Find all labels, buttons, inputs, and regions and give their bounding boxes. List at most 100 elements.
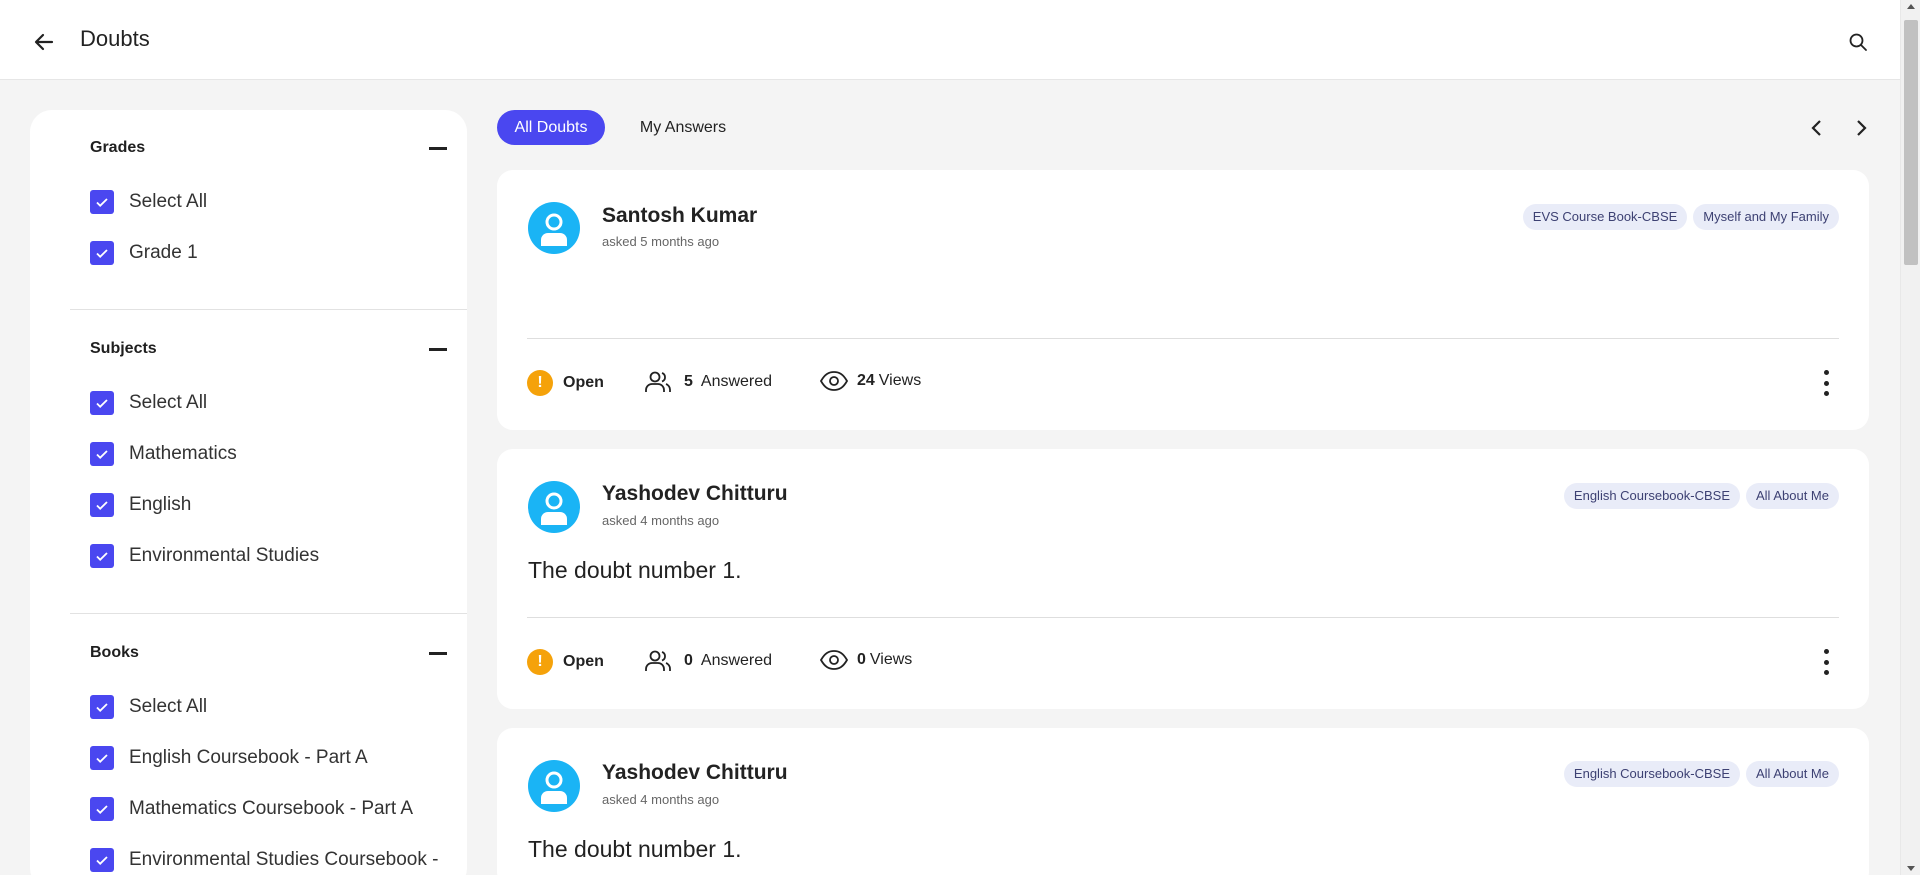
grades-option-select-all[interactable]: Select All: [90, 176, 467, 227]
page-scrollbar[interactable]: [1900, 0, 1920, 875]
grades-filter: Grades Select All Grade 1: [30, 136, 467, 278]
chevron-right-icon: [1857, 120, 1867, 136]
status-label: Open: [563, 374, 604, 391]
subjects-option-english[interactable]: English: [90, 479, 467, 530]
tag[interactable]: All About Me: [1746, 761, 1839, 787]
views-number: 24: [857, 372, 875, 389]
answered-label: Answered: [700, 652, 773, 669]
status-badge: ! Open: [527, 370, 604, 396]
top-bar: Doubts: [0, 0, 1900, 80]
scroll-thumb[interactable]: [1904, 20, 1918, 265]
checkbox-checked-icon[interactable]: [90, 694, 114, 719]
filter-sidebar: Grades Select All Grade 1 Subjects Selec…: [30, 110, 467, 875]
checkbox-checked-icon[interactable]: [90, 847, 114, 872]
subjects-option-select-all[interactable]: Select All: [90, 377, 467, 428]
doubt-card[interactable]: Yashodev Chitturu asked 4 months ago Eng…: [497, 728, 1869, 875]
option-label: Select All: [129, 695, 208, 717]
next-button[interactable]: [1848, 115, 1874, 141]
books-filter: Books Select All English Coursebook - Pa…: [30, 641, 467, 875]
grades-title: Grades: [90, 139, 146, 156]
tag[interactable]: English Coursebook-CBSE: [1563, 761, 1740, 787]
answered-count: 5 Answered: [644, 370, 772, 394]
user-icon: [541, 213, 567, 246]
tag[interactable]: All About Me: [1746, 483, 1839, 509]
option-label: Environmental Studies: [129, 544, 320, 566]
views-count: 24 Views: [819, 370, 921, 392]
checkbox-checked-icon[interactable]: [90, 796, 114, 821]
tab-my-answers[interactable]: My Answers: [627, 110, 739, 145]
grades-option-grade-1[interactable]: Grade 1: [90, 227, 467, 278]
grades-collapse-icon[interactable]: [429, 146, 447, 150]
option-label: Grade 1: [129, 241, 198, 263]
tag[interactable]: EVS Course Book-CBSE: [1522, 204, 1688, 230]
option-label: Mathematics: [129, 442, 237, 464]
previous-button[interactable]: [1804, 115, 1830, 141]
subjects-collapse-icon[interactable]: [429, 347, 447, 351]
tag-list: English Coursebook-CBSE All About Me: [1563, 761, 1839, 787]
more-options-icon[interactable]: [1821, 370, 1831, 396]
search-icon: [1849, 33, 1867, 51]
back-button[interactable]: [28, 26, 60, 58]
divider: [70, 309, 467, 310]
author-name: Yashodev Chitturu: [602, 761, 788, 784]
users-icon: [645, 371, 671, 392]
avatar: [528, 481, 580, 533]
subjects-option-environmental-studies[interactable]: Environmental Studies: [90, 530, 467, 581]
views-number: 0: [857, 651, 866, 668]
books-option-mathematics-coursebook[interactable]: Mathematics Coursebook - Part A: [90, 783, 467, 834]
subjects-filter: Subjects Select All Mathematics English …: [30, 337, 467, 581]
subjects-option-mathematics[interactable]: Mathematics: [90, 428, 467, 479]
author-name: Yashodev Chitturu: [602, 482, 788, 505]
option-label: Select All: [129, 190, 208, 212]
tag[interactable]: Myself and My Family: [1693, 204, 1839, 230]
checkbox-checked-icon[interactable]: [90, 189, 114, 214]
doubt-card[interactable]: Santosh Kumar asked 5 months ago EVS Cou…: [497, 170, 1869, 430]
checkbox-checked-icon[interactable]: [90, 240, 114, 265]
books-collapse-icon[interactable]: [429, 651, 447, 655]
option-label: Environmental Studies Coursebook -: [129, 848, 439, 870]
option-label: English Coursebook - Part A: [129, 746, 368, 768]
asked-time: asked 5 months ago: [602, 234, 720, 249]
answered-count: 0 Answered: [644, 649, 772, 673]
option-label: Mathematics Coursebook - Part A: [129, 797, 414, 819]
checkbox-checked-icon[interactable]: [90, 390, 114, 415]
asked-time: asked 4 months ago: [602, 513, 720, 528]
arrow-left-icon: [34, 33, 54, 51]
views-label: Views: [869, 651, 913, 668]
scroll-up-arrow-icon[interactable]: [1907, 4, 1915, 9]
tab-all-doubts[interactable]: All Doubts: [497, 110, 605, 145]
avatar: [528, 202, 580, 254]
books-option-select-all[interactable]: Select All: [90, 681, 467, 732]
checkbox-checked-icon[interactable]: [90, 441, 114, 466]
divider: [527, 338, 1839, 339]
books-option-evs-coursebook[interactable]: Environmental Studies Coursebook -: [90, 834, 467, 875]
alert-icon: !: [527, 370, 553, 396]
divider: [527, 617, 1839, 618]
tag-list: English Coursebook-CBSE All About Me: [1563, 483, 1839, 509]
books-option-english-coursebook[interactable]: English Coursebook - Part A: [90, 732, 467, 783]
search-button[interactable]: [1844, 28, 1872, 56]
answered-number: 0: [684, 652, 693, 669]
divider: [70, 613, 467, 614]
tag[interactable]: English Coursebook-CBSE: [1563, 483, 1740, 509]
answered-label: Answered: [700, 373, 773, 390]
checkbox-checked-icon[interactable]: [90, 492, 114, 517]
checkbox-checked-icon[interactable]: [90, 745, 114, 770]
alert-icon: !: [527, 649, 553, 675]
user-icon: [541, 492, 567, 525]
views-count: 0 Views: [819, 649, 912, 671]
doubt-card[interactable]: Yashodev Chitturu asked 4 months ago Eng…: [497, 449, 1869, 709]
asked-time: asked 4 months ago: [602, 792, 720, 807]
status-badge: ! Open: [527, 649, 604, 675]
eye-icon: [819, 371, 849, 391]
users-icon: [645, 650, 671, 671]
more-options-icon[interactable]: [1821, 649, 1831, 675]
checkbox-checked-icon[interactable]: [90, 543, 114, 568]
user-icon: [541, 771, 567, 804]
books-title: Books: [90, 644, 139, 661]
option-label: Select All: [129, 391, 208, 413]
answered-number: 5: [684, 373, 693, 390]
status-label: Open: [563, 653, 604, 670]
chevron-left-icon: [1811, 120, 1821, 136]
scroll-down-arrow-icon[interactable]: [1907, 866, 1915, 871]
